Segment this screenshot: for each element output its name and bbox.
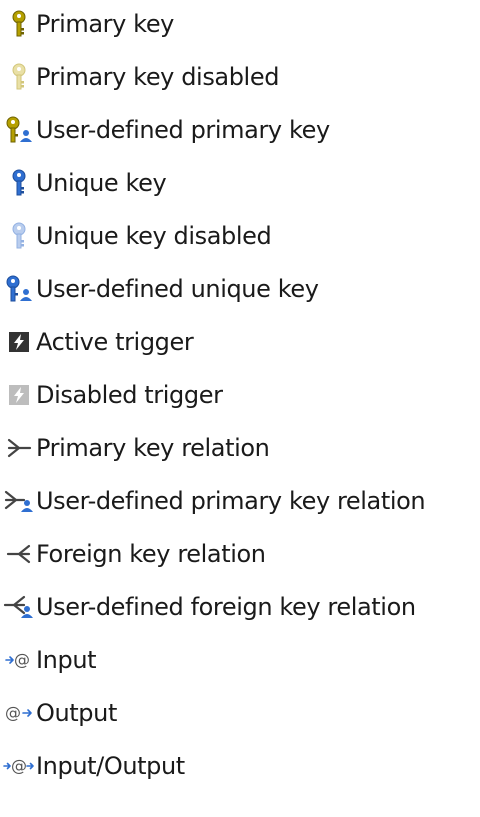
legend-item-label: Primary key disabled [36, 63, 280, 91]
legend-item-input: @ Input [0, 640, 97, 680]
legend-item-label: Primary key relation [36, 434, 270, 462]
legend-item-foreign-key-relation: Foreign key relation [0, 534, 266, 574]
legend-item-label: Unique key disabled [36, 222, 272, 250]
legend-item-user-defined-primary-key-relation: User-defined primary key relation [0, 481, 426, 521]
legend-item-label: Input/Output [36, 752, 185, 780]
legend-item-user-defined-foreign-key-relation: User-defined foreign key relation [0, 587, 416, 627]
input-parameter-icon: @ [2, 643, 36, 677]
legend-item-user-defined-primary-key: User-defined primary key [0, 110, 330, 150]
disabled-trigger-icon [2, 378, 36, 412]
svg-text:@: @ [14, 650, 30, 669]
legend-item-label: Active trigger [36, 328, 194, 356]
primary-key-relation-icon [2, 431, 36, 465]
legend-item-disabled-trigger: Disabled trigger [0, 375, 223, 415]
output-parameter-icon: @ [2, 696, 36, 730]
legend-item-primary-key-disabled: Primary key disabled [0, 57, 279, 97]
legend-item-label: Foreign key relation [36, 540, 266, 568]
legend-item-label: User-defined primary key relation [36, 487, 426, 515]
legend-item-primary-key-relation: Primary key relation [0, 428, 270, 468]
legend-item-label: Unique key [36, 169, 167, 197]
primary-key-icon [2, 7, 36, 41]
user-defined-primary-key-relation-icon [2, 484, 36, 518]
legend-item-user-defined-unique-key: User-defined unique key [0, 269, 319, 309]
legend-item-label: Output [36, 699, 117, 727]
legend-item-input-output: @ Input/Output [0, 746, 185, 786]
legend-item-unique-key-disabled: Unique key disabled [0, 216, 272, 256]
user-defined-foreign-key-relation-icon [2, 590, 36, 624]
user-defined-primary-key-icon [2, 113, 36, 147]
legend-item-label: User-defined primary key [36, 116, 330, 144]
legend-item-label: Disabled trigger [36, 381, 223, 409]
unique-key-icon [2, 166, 36, 200]
legend-item-primary-key: Primary key [0, 4, 174, 44]
svg-text:@: @ [11, 756, 27, 775]
legend-item-output: @ Output [0, 693, 117, 733]
icon-legend: Primary key Primary key disabled User-de… [0, 0, 480, 817]
legend-item-label: User-defined unique key [36, 275, 319, 303]
legend-item-label: Primary key [36, 10, 174, 38]
legend-item-label: User-defined foreign key relation [36, 593, 416, 621]
legend-item-unique-key: Unique key [0, 163, 167, 203]
active-trigger-icon [2, 325, 36, 359]
user-defined-unique-key-icon [2, 272, 36, 306]
legend-item-label: Input [36, 646, 97, 674]
input-output-parameter-icon: @ [2, 749, 36, 783]
primary-key-disabled-icon [2, 60, 36, 94]
unique-key-disabled-icon [2, 219, 36, 253]
svg-text:@: @ [5, 703, 21, 722]
foreign-key-relation-icon [2, 537, 36, 571]
legend-item-active-trigger: Active trigger [0, 322, 194, 362]
